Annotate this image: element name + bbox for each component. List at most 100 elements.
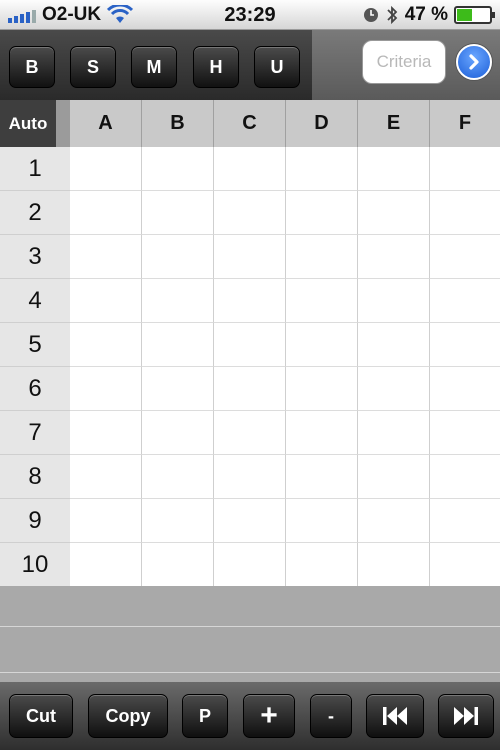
grid-cell[interactable] (358, 147, 430, 191)
grid-cell[interactable] (142, 147, 214, 191)
criteria-input[interactable] (362, 40, 446, 84)
grid-cell[interactable] (430, 191, 500, 235)
row-header[interactable]: 3 (0, 235, 70, 279)
grid-cell[interactable] (358, 367, 430, 411)
grid-cell[interactable] (214, 323, 286, 367)
column-header[interactable]: C (214, 100, 286, 147)
grid-cell[interactable] (286, 279, 358, 323)
table-row: 6 (0, 367, 500, 411)
row-header[interactable]: 6 (0, 367, 70, 411)
bottom-toolbar: Cut Copy P + - (0, 682, 500, 750)
row-header[interactable]: 4 (0, 279, 70, 323)
grid-cell[interactable] (286, 455, 358, 499)
divider (0, 626, 500, 627)
grid-cell[interactable] (430, 499, 500, 543)
grid-cell[interactable] (358, 323, 430, 367)
grid-cell[interactable] (430, 367, 500, 411)
grid-cell[interactable] (142, 455, 214, 499)
row-header[interactable]: 5 (0, 323, 70, 367)
grid-cell[interactable] (214, 235, 286, 279)
remove-button[interactable]: - (310, 694, 352, 738)
status-bar: O2-UK 23:29 47 % (0, 0, 500, 30)
column-header-row: Auto A B C D E F (0, 100, 500, 147)
grid-cell[interactable] (214, 279, 286, 323)
grid-cell[interactable] (214, 411, 286, 455)
grid-cell[interactable] (70, 367, 142, 411)
row-header[interactable]: 10 (0, 543, 70, 587)
table-row: 10 (0, 543, 500, 587)
grid-cell[interactable] (214, 499, 286, 543)
grid-cell[interactable] (70, 235, 142, 279)
go-button[interactable] (456, 44, 492, 80)
grid-cell[interactable] (358, 499, 430, 543)
column-header[interactable]: F (430, 100, 500, 147)
row-header[interactable]: 9 (0, 499, 70, 543)
battery-icon (454, 6, 495, 24)
grid-cell[interactable] (430, 323, 500, 367)
paste-button[interactable]: P (182, 694, 228, 738)
grid-cell[interactable] (430, 543, 500, 587)
first-page-button[interactable] (366, 694, 424, 738)
format-button-b[interactable]: B (9, 46, 55, 88)
grid-cell[interactable] (70, 147, 142, 191)
column-header[interactable]: D (286, 100, 358, 147)
grid-cell[interactable] (430, 235, 500, 279)
grid-cell[interactable] (358, 543, 430, 587)
skip-back-icon (383, 707, 407, 725)
format-button-h[interactable]: H (193, 46, 239, 88)
grid-cell[interactable] (142, 411, 214, 455)
grid-cell[interactable] (142, 235, 214, 279)
grid-cell[interactable] (70, 191, 142, 235)
grid-cell[interactable] (142, 323, 214, 367)
last-page-button[interactable] (438, 694, 494, 738)
grid-cell[interactable] (286, 367, 358, 411)
grid-cell[interactable] (286, 499, 358, 543)
grid-cell[interactable] (430, 147, 500, 191)
grid-cell[interactable] (214, 455, 286, 499)
grid-cell[interactable] (214, 367, 286, 411)
grid-cell[interactable] (70, 543, 142, 587)
column-header[interactable]: E (358, 100, 430, 147)
grid-cell[interactable] (430, 411, 500, 455)
grid-cell[interactable] (286, 543, 358, 587)
auto-corner-button[interactable]: Auto (0, 100, 56, 147)
grid-cell[interactable] (70, 279, 142, 323)
grid-cell[interactable] (286, 411, 358, 455)
grid-cell[interactable] (430, 455, 500, 499)
grid-cell[interactable] (286, 147, 358, 191)
format-button-s[interactable]: S (70, 46, 116, 88)
grid-cell[interactable] (358, 279, 430, 323)
grid-cell[interactable] (358, 411, 430, 455)
grid-cell[interactable] (70, 499, 142, 543)
row-header[interactable]: 1 (0, 147, 70, 191)
grid-cell[interactable] (214, 147, 286, 191)
grid-cell[interactable] (142, 191, 214, 235)
copy-button[interactable]: Copy (88, 694, 168, 738)
grid-cell[interactable] (142, 279, 214, 323)
cut-button[interactable]: Cut (9, 694, 73, 738)
format-button-m[interactable]: M (131, 46, 177, 88)
grid-cell[interactable] (358, 191, 430, 235)
column-header[interactable]: B (142, 100, 214, 147)
grid-cell[interactable] (70, 455, 142, 499)
grid-cell[interactable] (358, 455, 430, 499)
grid-cell[interactable] (430, 279, 500, 323)
grid-cell[interactable] (286, 235, 358, 279)
grid-cell[interactable] (358, 235, 430, 279)
row-header[interactable]: 7 (0, 411, 70, 455)
add-button[interactable]: + (243, 694, 295, 738)
row-header[interactable]: 8 (0, 455, 70, 499)
column-header[interactable]: A (70, 100, 142, 147)
grid-cell[interactable] (70, 411, 142, 455)
table-row: 1 (0, 147, 500, 191)
grid-cell[interactable] (142, 367, 214, 411)
grid-cell[interactable] (214, 191, 286, 235)
grid-cell[interactable] (286, 191, 358, 235)
grid-cell[interactable] (142, 543, 214, 587)
grid-cell[interactable] (214, 543, 286, 587)
row-header[interactable]: 2 (0, 191, 70, 235)
grid-cell[interactable] (70, 323, 142, 367)
grid-cell[interactable] (142, 499, 214, 543)
format-button-u[interactable]: U (254, 46, 300, 88)
grid-cell[interactable] (286, 323, 358, 367)
